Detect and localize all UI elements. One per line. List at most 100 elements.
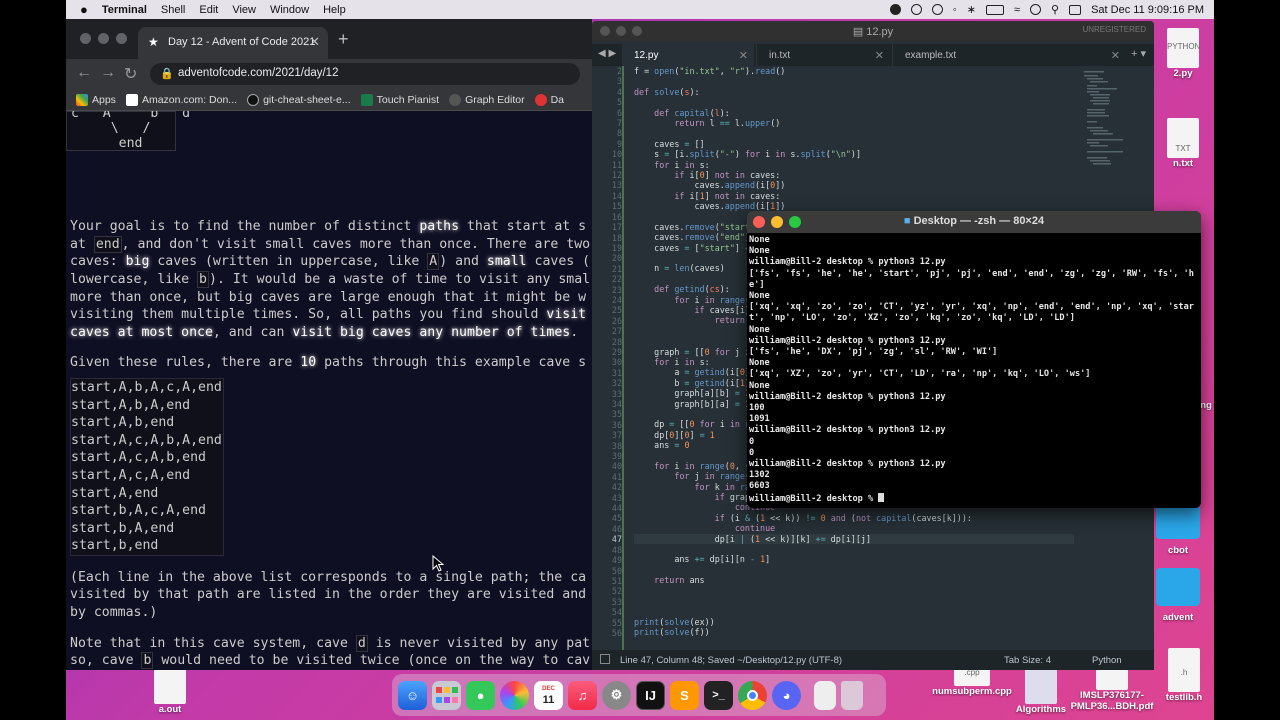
desktop-file-aout[interactable]: a.out (150, 664, 190, 720)
code-token: if (634, 492, 730, 503)
menu-view[interactable]: View (232, 4, 256, 16)
sublime-text-icon[interactable]: S (670, 680, 699, 710)
terminal-prompt[interactable]: william@Bill-2 desktop % (749, 492, 1199, 505)
window-close-button[interactable] (80, 33, 91, 44)
desktop-file-2py[interactable]: PYTHON 2.py (1160, 28, 1206, 79)
letterbox-left (0, 0, 66, 720)
window-zoom-button[interactable] (116, 33, 127, 44)
window-close-button[interactable] (600, 26, 610, 36)
messages-icon[interactable]: ● (466, 680, 495, 710)
emphasis-text: small (486, 254, 527, 270)
new-tab-plus-icon[interactable]: + ▾ (1131, 47, 1146, 60)
code-token: n (634, 263, 665, 274)
close-icon[interactable]: ✕ (739, 49, 748, 62)
tab-nav-arrows-icon[interactable]: ◀ ▶ (598, 48, 616, 59)
panel-toggle-icon[interactable] (600, 654, 610, 664)
headphones-icon[interactable]: ◦ (953, 4, 957, 16)
desktop-folder-advent[interactable]: advent (1150, 568, 1206, 623)
desktop-file-ntxt[interactable]: TXT n.txt (1160, 118, 1206, 169)
photos-icon[interactable] (500, 680, 529, 710)
code-token: remove (684, 221, 715, 232)
document-icon[interactable] (814, 680, 836, 710)
tab-size-selector[interactable]: Tab Size: 4 (1004, 655, 1051, 666)
close-icon[interactable]: ✕ (309, 34, 320, 50)
code-token: == (719, 117, 730, 128)
terminal-line: ['fs', 'he', 'DX', 'pj', 'zg', 'sl', 'RW… (749, 347, 998, 358)
finder-icon[interactable]: ☺ (398, 680, 427, 710)
code-token: in (775, 149, 791, 160)
back-arrow-icon[interactable]: ← (76, 64, 92, 82)
launchpad-icon[interactable] (432, 680, 461, 710)
terminal-output[interactable]: None None william@Bill-2 desktop % python3… (749, 235, 1199, 507)
desktop-file-testlib[interactable]: .h testlib.h (1162, 648, 1206, 703)
desktop-file-algorithms[interactable]: Algorithms (1012, 668, 1070, 720)
record-icon[interactable] (889, 4, 901, 15)
window-minimize-button[interactable] (98, 33, 109, 44)
tab-12py[interactable]: 12.py ✕ (622, 44, 754, 66)
trash-icon[interactable] (841, 680, 863, 710)
bookmark-da[interactable]: Da (534, 93, 564, 106)
music-icon[interactable]: ♫ (568, 680, 597, 710)
wifi-icon[interactable]: ≈ (1014, 4, 1020, 16)
menu-clock[interactable]: Sat Dec 11 9:09:16 PM (1091, 4, 1204, 16)
bookmark-git-cheat-sheet[interactable]: git-cheat-sheet-e... (247, 93, 351, 106)
text-span: Given these rules, there are (70, 355, 301, 371)
control-center-icon[interactable] (1069, 4, 1082, 15)
bookmark-apps[interactable]: Apps (76, 93, 116, 106)
reload-icon[interactable]: ↻ (124, 64, 137, 84)
code-token: remove (684, 232, 715, 243)
search-icon[interactable]: ⚲ (1051, 3, 1059, 16)
menu-window[interactable]: Window (270, 4, 309, 16)
desktop-file-pdf[interactable]: IMSLP376177-PMLP36...BDH.pdf (1066, 664, 1158, 712)
line-number: 42 (611, 482, 622, 493)
window-zoom-button[interactable] (789, 216, 801, 228)
code-token: "\n" (830, 149, 851, 160)
clock-icon[interactable] (931, 4, 943, 15)
menu-edit[interactable]: Edit (199, 4, 218, 16)
code-token: [i. (669, 149, 690, 160)
menu-app-name[interactable]: Terminal (102, 4, 147, 16)
menu-help[interactable]: Help (323, 4, 346, 16)
window-minimize-button[interactable] (616, 26, 626, 36)
bookmark-amazon[interactable]: Amazon.com: Don... (125, 93, 237, 106)
text-line: Your goal is to find the number of disti… (70, 218, 592, 236)
window-zoom-button[interactable] (632, 26, 642, 36)
tab-example-txt[interactable]: example.txt ✕ (892, 44, 1126, 66)
close-icon[interactable]: ✕ (1111, 49, 1120, 62)
close-icon[interactable]: ✕ (875, 49, 884, 62)
menu-shell[interactable]: Shell (161, 4, 185, 16)
code-token: ): (719, 107, 730, 118)
code-token: (i[ (755, 201, 771, 212)
terminal-icon[interactable]: >_ (704, 680, 733, 710)
line-number: 47 (611, 534, 622, 545)
calendar-icon[interactable]: DEC 11 (534, 680, 563, 710)
bookmark-touch-pianist[interactable]: Touch Pianist (360, 93, 439, 106)
browser-tab[interactable]: ★ Day 12 - Advent of Code 2021 ✕ (138, 27, 328, 59)
code-token: solve (654, 86, 680, 97)
chrome-icon[interactable] (738, 680, 767, 710)
user-icon[interactable] (1030, 4, 1042, 15)
terminal-window[interactable]: ■ Desktop — -zsh — 80×24 None None william… (747, 211, 1201, 508)
play-icon[interactable] (910, 4, 922, 15)
apple-icon[interactable]: ● (80, 2, 88, 17)
syntax-selector[interactable]: Python (1092, 655, 1122, 666)
intellij-icon[interactable]: IJ (636, 680, 665, 710)
bookmark-graph-editor[interactable]: Graph Editor (449, 93, 525, 106)
system-preferences-icon[interactable]: ⚙ (602, 680, 631, 710)
forward-arrow-icon[interactable]: → (100, 64, 116, 82)
battery-icon[interactable] (985, 4, 1004, 15)
bluetooth-icon[interactable]: ∗ (967, 3, 976, 16)
discord-icon[interactable]: ◕ (772, 680, 801, 710)
desktop-folder-cbot[interactable]: cbot (1150, 505, 1206, 556)
terminal-line: None (749, 380, 770, 391)
minimap[interactable] (1082, 69, 1142, 169)
tab-in-txt[interactable]: in.txt ✕ (756, 44, 890, 66)
code-token: for (634, 471, 695, 482)
new-tab-button[interactable]: + (338, 29, 349, 50)
window-minimize-button[interactable] (771, 216, 783, 228)
terminal-line: william@Bill-2 desktop % python3 12.py (749, 459, 946, 470)
address-bar[interactable]: 🔒 adventofcode.com/2021/day/12 (150, 63, 580, 85)
code-token: i (765, 149, 776, 160)
window-close-button[interactable] (753, 216, 765, 228)
cave-diagram: c A b d \ / end (66, 111, 190, 151)
